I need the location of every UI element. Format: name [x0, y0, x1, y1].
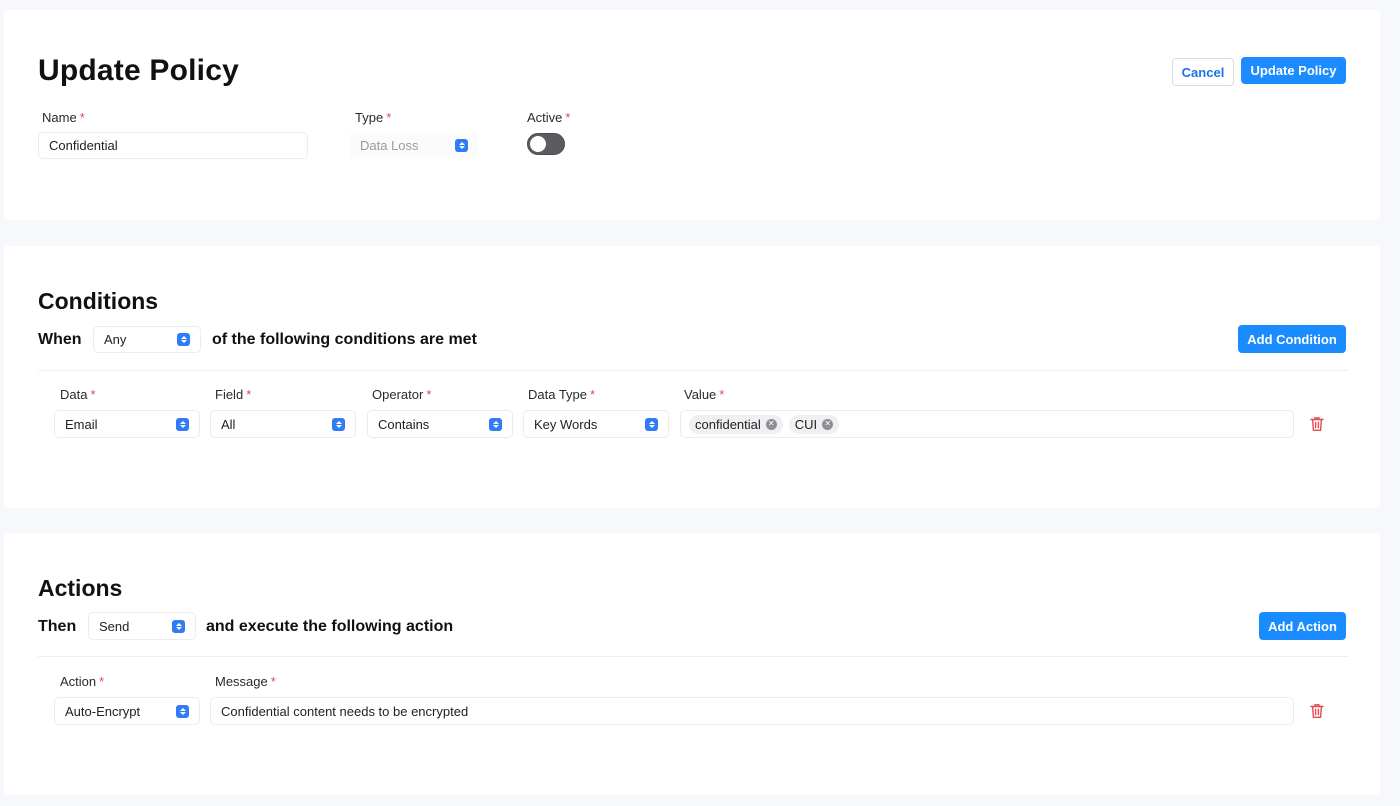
select-arrows-icon	[332, 417, 345, 431]
remove-tag-icon[interactable]: ✕	[765, 418, 777, 430]
value-column-text: Value	[684, 387, 717, 402]
conditions-card: Conditions When Any of the following con…	[4, 246, 1380, 508]
field-column-text: Field	[215, 387, 244, 402]
required-mark: *	[270, 674, 276, 689]
required-mark: *	[719, 387, 725, 402]
required-mark: *	[90, 387, 96, 402]
data-select-value: Email	[65, 416, 98, 432]
type-label-text: Type	[355, 110, 384, 125]
field-select[interactable]: All	[210, 410, 356, 438]
add-condition-button[interactable]: Add Condition	[1238, 325, 1346, 353]
select-arrows-icon	[172, 619, 185, 633]
select-arrows-icon	[177, 333, 190, 346]
action-mode-value: Send	[99, 618, 130, 634]
condition-match-value: Any	[104, 332, 127, 347]
update-policy-button[interactable]: Update Policy	[1241, 57, 1346, 84]
type-label: Type *	[355, 110, 391, 125]
active-label: Active *	[527, 110, 570, 125]
required-mark: *	[246, 387, 252, 402]
action-mode-suffix: and execute the following action	[206, 618, 454, 635]
active-toggle[interactable]	[527, 133, 565, 155]
data-select[interactable]: Email	[54, 410, 200, 438]
actions-title: Actions	[38, 575, 123, 601]
when-label: When	[38, 331, 82, 348]
action-select-value: Auto-Encrypt	[65, 703, 141, 719]
condition-match-select[interactable]: Any	[93, 326, 201, 353]
cancel-button[interactable]: Cancel	[1172, 58, 1234, 86]
actions-card: Actions Then Send and execute the follow…	[4, 533, 1380, 795]
field-column-label: Field *	[215, 387, 251, 402]
toggle-knob	[530, 136, 546, 152]
value-tag-label: CUI	[794, 416, 818, 432]
message-column-text: Message	[215, 674, 268, 689]
message-input[interactable]: Confidential content needs to be encrypt…	[210, 697, 1294, 725]
data-type-column-text: Data Type	[528, 387, 588, 402]
required-mark: *	[426, 387, 432, 402]
required-mark: *	[386, 110, 392, 125]
then-label: Then	[38, 618, 77, 635]
operator-select-value: Contains	[378, 416, 430, 432]
delete-action-trash-icon[interactable]	[1310, 703, 1324, 719]
required-mark: *	[79, 110, 85, 125]
name-label: Name *	[42, 110, 85, 125]
type-select-value: Data Loss	[360, 138, 419, 153]
name-input[interactable]: Confidential	[38, 132, 308, 159]
action-column-label: Action *	[60, 674, 104, 689]
message-column-label: Message *	[215, 674, 276, 689]
operator-select[interactable]: Contains	[367, 410, 513, 438]
divider	[38, 370, 1348, 371]
select-arrows-icon	[455, 139, 468, 152]
add-action-button[interactable]: Add Action	[1259, 612, 1346, 640]
policy-card: Update Policy Cancel Update Policy Name *…	[4, 10, 1380, 220]
active-label-text: Active	[527, 110, 563, 125]
remove-tag-icon[interactable]: ✕	[822, 418, 834, 430]
value-tags-input[interactable]: confidential ✕ CUI ✕	[680, 410, 1294, 438]
required-mark: *	[99, 674, 105, 689]
required-mark: *	[565, 110, 571, 125]
select-arrows-icon	[176, 417, 189, 431]
delete-condition-trash-icon[interactable]	[1310, 416, 1324, 432]
action-column-text: Action	[60, 674, 97, 689]
required-mark: *	[590, 387, 596, 402]
value-tag-label: confidential	[695, 416, 761, 432]
type-select[interactable]: Data Loss	[349, 132, 479, 159]
name-label-text: Name	[42, 110, 77, 125]
data-type-column-label: Data Type *	[528, 387, 595, 402]
data-type-select[interactable]: Key Words	[523, 410, 669, 438]
value-column-label: Value *	[684, 387, 724, 402]
divider	[38, 656, 1348, 657]
select-arrows-icon	[176, 704, 189, 718]
value-tag: confidential ✕	[689, 414, 783, 434]
select-arrows-icon	[645, 417, 658, 431]
condition-match-suffix: of the following conditions are met	[212, 331, 477, 348]
action-select[interactable]: Auto-Encrypt	[54, 697, 200, 725]
data-column-label: Data *	[60, 387, 96, 402]
conditions-title: Conditions	[38, 288, 159, 314]
data-column-text: Data	[60, 387, 88, 402]
action-mode-select[interactable]: Send	[88, 612, 196, 640]
value-tag: CUI ✕	[788, 414, 840, 434]
select-arrows-icon	[489, 417, 502, 431]
operator-column-text: Operator	[372, 387, 424, 402]
page-title: Update Policy	[38, 54, 239, 87]
field-select-value: All	[221, 416, 236, 432]
operator-column-label: Operator *	[372, 387, 431, 402]
data-type-select-value: Key Words	[534, 416, 598, 432]
